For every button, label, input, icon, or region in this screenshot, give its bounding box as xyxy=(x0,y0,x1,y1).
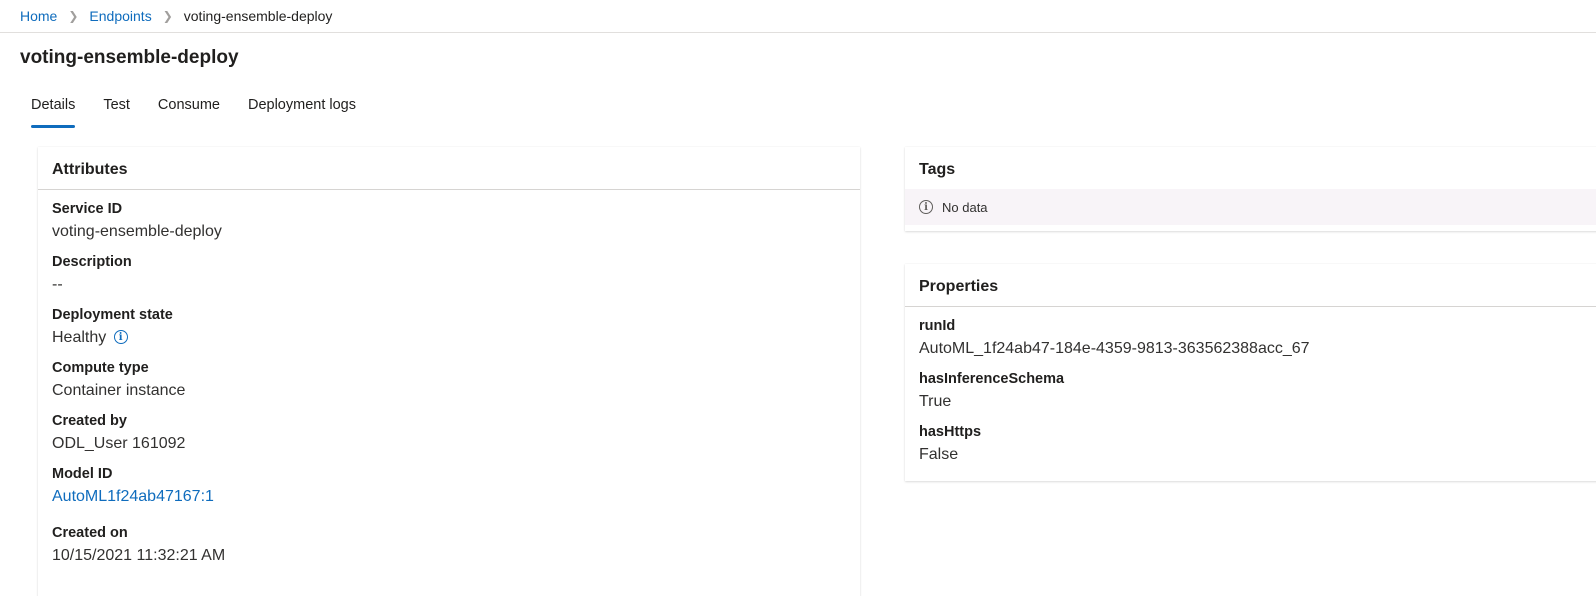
created-on-field: Created on 10/15/2021 11:32:21 AM xyxy=(52,523,846,568)
attributes-card-title: Attributes xyxy=(38,147,860,190)
compute-type-field: Compute type Container instance xyxy=(52,358,846,403)
breadcrumb: Home ❯ Endpoints ❯ voting-ensemble-deplo… xyxy=(20,0,332,32)
page-title: voting-ensemble-deploy xyxy=(20,47,239,68)
field-label: Created by xyxy=(52,413,127,429)
field-label: hasInferenceSchema xyxy=(919,371,1065,387)
tab-details[interactable]: Details xyxy=(20,90,86,128)
tab-test[interactable]: Test xyxy=(92,90,141,120)
has-inference-schema-field: hasInferenceSchema True xyxy=(919,369,1591,414)
field-value: -- xyxy=(52,276,63,293)
run-id-field: runId AutoML_1f24ab47-184e-4359-9813-363… xyxy=(919,316,1591,361)
field-value: True xyxy=(919,393,952,410)
field-label: hasHttps xyxy=(919,424,982,440)
description-field: Description -- xyxy=(52,252,846,297)
field-label: Created on xyxy=(52,525,128,541)
field-label: Model ID xyxy=(52,466,113,482)
field-value: AutoML_1f24ab47-184e-4359-9813-363562388… xyxy=(919,340,1310,357)
attributes-card: Attributes Service ID voting-ensemble-de… xyxy=(38,147,860,596)
chevron-right-icon: ❯ xyxy=(162,9,173,23)
tags-empty-text: No data xyxy=(942,199,988,215)
model-id-field: Model ID AutoML1f24ab47167:1 xyxy=(52,464,846,509)
breadcrumb-home-link[interactable]: Home xyxy=(20,8,57,24)
has-https-field: hasHttps False xyxy=(919,422,1591,467)
field-label: runId xyxy=(919,318,956,334)
properties-card: Properties runId AutoML_1f24ab47-184e-43… xyxy=(905,264,1596,481)
tags-card-title: Tags xyxy=(919,161,956,178)
field-value: False xyxy=(919,446,959,463)
tab-deployment-logs[interactable]: Deployment logs xyxy=(237,90,367,120)
info-icon[interactable]: i xyxy=(113,330,128,344)
info-icon: i xyxy=(919,200,933,214)
breadcrumb-divider xyxy=(0,32,1596,33)
field-label: Deployment state xyxy=(52,307,173,323)
properties-card-title: Properties xyxy=(905,264,1596,307)
created-by-field: Created by ODL_User 161092 xyxy=(52,411,846,456)
field-value: 10/15/2021 11:32:21 AM xyxy=(52,547,226,564)
breadcrumb-endpoints-link[interactable]: Endpoints xyxy=(89,8,151,24)
tags-empty-row: i No data xyxy=(905,189,1596,225)
chevron-right-icon: ❯ xyxy=(68,9,79,23)
service-id-field: Service ID voting-ensemble-deploy xyxy=(52,199,846,244)
tags-card: Tags i No data xyxy=(905,147,1596,231)
field-value: Container instance xyxy=(52,382,186,399)
model-id-link[interactable]: AutoML1f24ab47167:1 xyxy=(52,484,846,509)
tab-consume[interactable]: Consume xyxy=(147,90,231,120)
endpoint-details-page: Home ❯ Endpoints ❯ voting-ensemble-deplo… xyxy=(0,0,1596,596)
field-label: Service ID xyxy=(52,201,123,217)
field-label: Compute type xyxy=(52,360,149,376)
breadcrumb-current: voting-ensemble-deploy xyxy=(183,8,333,24)
tab-list: Details Test Consume Deployment logs xyxy=(20,90,373,130)
field-value-row: Healthy i xyxy=(52,325,846,350)
field-label: Description xyxy=(52,254,132,270)
deployment-state-field: Deployment state Healthy i xyxy=(52,305,846,350)
field-value: voting-ensemble-deploy xyxy=(52,223,222,240)
field-value: ODL_User 161092 xyxy=(52,435,186,452)
deployment-state-value: Healthy xyxy=(52,329,107,346)
